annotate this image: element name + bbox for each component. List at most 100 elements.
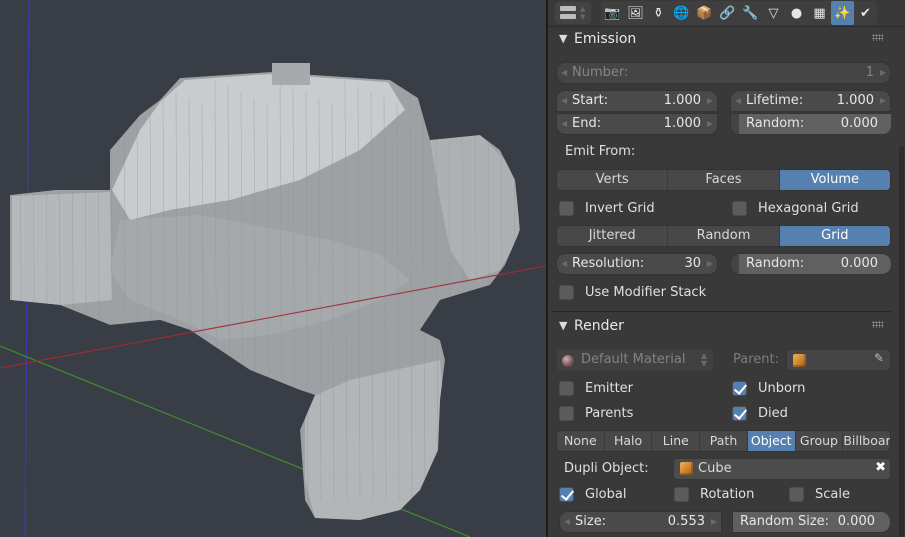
unborn-checkbox[interactable]: Unborn bbox=[732, 378, 805, 398]
increment-arrow-icon[interactable]: ▶ bbox=[707, 119, 713, 128]
checkbox-box[interactable] bbox=[559, 200, 574, 216]
editor-type-selector[interactable]: ▲ ▼ bbox=[555, 2, 591, 24]
object-tab[interactable]: 📦 bbox=[693, 1, 716, 25]
checkbox-box[interactable] bbox=[559, 486, 574, 502]
resolution-field[interactable]: ◀ Resolution: 30 ▶ bbox=[556, 253, 718, 275]
modifiers-tab[interactable]: 🔧 bbox=[739, 1, 762, 25]
checkbox-box[interactable] bbox=[732, 405, 747, 421]
material-tab[interactable]: ● bbox=[785, 1, 808, 25]
data-tab[interactable]: ▽ bbox=[762, 1, 785, 25]
constraints-tab[interactable]: 🔗 bbox=[716, 1, 739, 25]
object-cube-icon bbox=[793, 354, 806, 370]
checkbox-box[interactable] bbox=[732, 380, 747, 396]
render-as-option-billboar[interactable]: Billboar bbox=[843, 431, 890, 451]
panel-scrollbar[interactable] bbox=[899, 146, 904, 537]
decrement-arrow-icon[interactable]: ◀ bbox=[561, 96, 567, 105]
checkbox-box[interactable] bbox=[559, 284, 574, 300]
render-layers-tab[interactable]: 🖼 bbox=[624, 1, 647, 25]
emission-section-header[interactable]: ▼ Emission bbox=[548, 27, 897, 53]
field-label: Size: bbox=[575, 514, 607, 529]
rotation-checkbox[interactable]: Rotation bbox=[674, 484, 754, 504]
section-separator bbox=[551, 311, 891, 312]
field-value: 0.000 bbox=[840, 256, 878, 271]
physics-tab[interactable]: ✔ bbox=[854, 1, 877, 25]
field-label: Random: bbox=[746, 256, 805, 271]
world-icon: 🌐 bbox=[673, 5, 690, 21]
dupli-object-label: Dupli Object: bbox=[564, 461, 649, 476]
field-value: 0.000 bbox=[837, 514, 875, 529]
updown-arrows-icon: ▲ ▼ bbox=[580, 5, 586, 21]
start-field[interactable]: ◀ Start: 1.000 ▶ bbox=[556, 90, 718, 112]
use-modifier-stack-checkbox[interactable]: Use Modifier Stack bbox=[559, 282, 706, 302]
decrement-arrow-icon[interactable]: ◀ bbox=[561, 119, 567, 128]
increment-arrow-icon[interactable]: ▶ bbox=[880, 68, 886, 77]
distribution-option-random[interactable]: Random bbox=[668, 226, 780, 246]
checkbox-box[interactable] bbox=[559, 380, 574, 396]
end-field[interactable]: ◀ End: 1.000 ▶ bbox=[556, 113, 718, 135]
decrement-arrow-icon[interactable]: ◀ bbox=[561, 68, 567, 77]
render-as-option-group[interactable]: Group bbox=[796, 431, 844, 451]
material-selector[interactable]: Default Material ▲ ▼ bbox=[556, 349, 714, 371]
wrench-icon: 🔧 bbox=[742, 5, 759, 21]
invert-grid-checkbox[interactable]: Invert Grid bbox=[559, 198, 655, 218]
increment-arrow-icon[interactable]: ▶ bbox=[707, 96, 713, 105]
world-tab[interactable]: 🌐 bbox=[670, 1, 693, 25]
drag-grip-icon[interactable] bbox=[872, 321, 883, 328]
emit-from-option-faces[interactable]: Faces bbox=[668, 170, 780, 190]
material-name: Default Material bbox=[581, 352, 686, 367]
increment-arrow-icon[interactable]: ▶ bbox=[707, 259, 713, 268]
checkbox-box[interactable] bbox=[732, 200, 747, 216]
render-tab[interactable]: 📷 bbox=[601, 1, 624, 25]
global-checkbox[interactable]: Global bbox=[559, 484, 626, 504]
died-checkbox[interactable]: Died bbox=[732, 403, 788, 423]
render-as-option-line[interactable]: Line bbox=[652, 431, 701, 451]
grid-random-slider[interactable]: Random: 0.000 bbox=[730, 253, 891, 275]
physics-icon: ✔ bbox=[860, 5, 871, 21]
checkbox-box[interactable] bbox=[789, 486, 804, 502]
decrement-arrow-icon[interactable]: ◀ bbox=[561, 259, 567, 268]
dupli-object-field[interactable]: Cube ✖ bbox=[673, 458, 891, 480]
emit-from-option-volume[interactable]: Volume bbox=[779, 170, 890, 190]
3d-viewport[interactable] bbox=[0, 0, 546, 537]
lifetime-random-slider[interactable]: Random: 0.000 bbox=[730, 113, 891, 135]
emitter-checkbox[interactable]: Emitter bbox=[559, 378, 633, 398]
scene-tab[interactable]: ⚱ bbox=[647, 1, 670, 25]
random-size-slider[interactable]: Random Size: 0.000 bbox=[732, 511, 890, 533]
camera-icon: 📷 bbox=[604, 5, 621, 21]
editor-type-icon-lower bbox=[560, 14, 576, 19]
link-icon: 🔗 bbox=[719, 5, 736, 21]
render-as-option-halo[interactable]: Halo bbox=[605, 431, 653, 451]
particles-tab[interactable]: ✨ bbox=[831, 1, 854, 25]
decrement-arrow-icon[interactable]: ◀ bbox=[735, 96, 741, 105]
render-as-option-none[interactable]: None bbox=[557, 431, 605, 451]
drag-grip-icon[interactable] bbox=[872, 34, 883, 41]
increment-arrow-icon[interactable]: ▶ bbox=[711, 517, 717, 526]
render-section-header[interactable]: ▼ Render bbox=[548, 314, 897, 340]
lifetime-field[interactable]: ◀ Lifetime: 1.000 ▶ bbox=[730, 90, 891, 112]
editor-type-icon bbox=[560, 6, 576, 11]
checkbox-box[interactable] bbox=[674, 486, 689, 502]
updown-arrows-icon: ▲ ▼ bbox=[700, 351, 707, 368]
scale-checkbox[interactable]: Scale bbox=[789, 484, 850, 504]
decrement-arrow-icon[interactable]: ◀ bbox=[564, 517, 570, 526]
emit-from-option-verts[interactable]: Verts bbox=[557, 170, 669, 190]
distribution-selector: Jittered Random Grid bbox=[556, 225, 891, 247]
parents-checkbox[interactable]: Parents bbox=[559, 403, 633, 423]
eyedropper-icon[interactable]: ✎ bbox=[874, 351, 884, 365]
distribution-option-grid[interactable]: Grid bbox=[779, 226, 890, 246]
number-field[interactable]: ◀ Number: 1 ▶ bbox=[556, 62, 891, 84]
render-as-option-path[interactable]: Path bbox=[700, 431, 748, 451]
checkbox-box[interactable] bbox=[559, 405, 574, 421]
checkbox-label: Use Modifier Stack bbox=[585, 284, 707, 300]
material-sphere-icon bbox=[562, 355, 574, 367]
distribution-option-jittered[interactable]: Jittered bbox=[557, 226, 669, 246]
hexagonal-grid-checkbox[interactable]: Hexagonal Grid bbox=[732, 198, 859, 218]
increment-arrow-icon[interactable]: ▶ bbox=[880, 96, 886, 105]
field-label: Number: bbox=[572, 65, 629, 80]
size-field[interactable]: ◀ Size: 0.553 ▶ bbox=[559, 511, 722, 533]
parent-field[interactable]: ✎ bbox=[786, 349, 891, 371]
render-as-option-object[interactable]: Object bbox=[747, 431, 796, 451]
field-value: 30 bbox=[684, 256, 701, 271]
texture-tab[interactable]: ▦ bbox=[808, 1, 831, 25]
clear-x-icon[interactable]: ✖ bbox=[875, 460, 886, 475]
